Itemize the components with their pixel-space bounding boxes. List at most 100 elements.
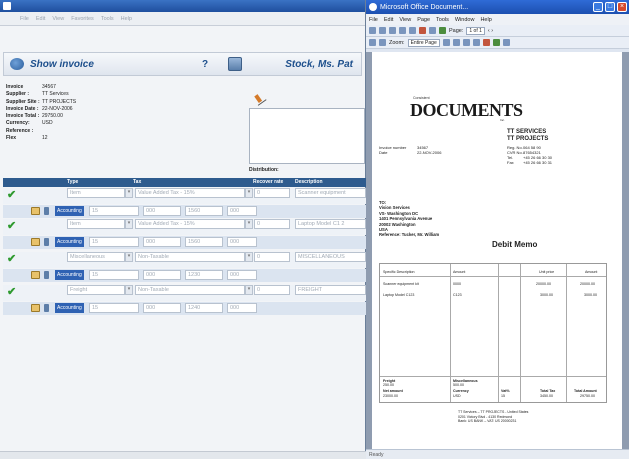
menu-view[interactable]: View	[399, 17, 411, 23]
info-icon[interactable]	[44, 207, 49, 215]
line-tax-field[interactable]: Non-Taxable	[135, 252, 245, 262]
account-field[interactable]: Accounting	[55, 237, 84, 247]
notes-area[interactable]	[249, 108, 365, 164]
menu-help[interactable]: Help	[121, 16, 132, 22]
menu-favorites[interactable]: Favorites	[71, 16, 94, 22]
line-rate-field[interactable]: 0	[254, 285, 290, 295]
find-icon[interactable]	[419, 27, 426, 34]
select-icon[interactable]	[369, 39, 376, 46]
line-tax-field[interactable]: Non-Taxable	[135, 285, 245, 295]
dist-field-3[interactable]: 1560	[185, 206, 223, 216]
open-icon[interactable]	[379, 27, 386, 34]
send-icon[interactable]	[439, 27, 446, 34]
info-label: Invoice Date :	[6, 105, 39, 112]
chevron-down-icon[interactable]: ▾	[125, 252, 133, 262]
dist-field-3[interactable]: 1230	[185, 270, 223, 280]
zoom-dropdown[interactable]: Entire Page	[407, 38, 440, 47]
menu-page[interactable]: Page	[417, 17, 430, 23]
line-description-field[interactable]: FREIGHT	[295, 285, 366, 295]
rotate-right-icon[interactable]	[472, 39, 480, 46]
line-rate-field[interactable]: 0	[254, 252, 290, 262]
menu-help[interactable]: Help	[480, 17, 491, 23]
dist-field-3[interactable]: 1240	[185, 303, 223, 313]
chevron-down-icon[interactable]: ▾	[125, 285, 133, 295]
chevron-down-icon[interactable]: ▾	[245, 252, 253, 262]
line-type-field[interactable]: Item	[67, 219, 125, 229]
pen-icon[interactable]	[482, 39, 490, 46]
info-icon[interactable]	[44, 238, 49, 246]
account-field[interactable]: Accounting	[55, 303, 84, 313]
chevron-down-icon[interactable]: ▾	[245, 285, 253, 295]
dist-field-4[interactable]: 000	[227, 303, 257, 313]
edit-icon[interactable]	[31, 271, 40, 279]
document-icon[interactable]	[228, 57, 242, 71]
menu-edit[interactable]: Edit	[384, 17, 393, 23]
dist-field-2[interactable]: 000	[143, 206, 181, 216]
pen-icon[interactable]	[251, 90, 267, 106]
dist-field-1[interactable]: 15	[89, 237, 139, 247]
edit-icon[interactable]	[31, 304, 40, 312]
dist-field-4[interactable]: 000	[227, 237, 257, 247]
menu-window[interactable]: Window	[455, 17, 475, 23]
chevron-down-icon[interactable]: ▾	[125, 188, 133, 198]
edit-icon[interactable]	[31, 207, 40, 215]
dist-field-4[interactable]: 000	[227, 270, 257, 280]
dist-field-3[interactable]: 1560	[185, 237, 223, 247]
dist-field-1[interactable]: 15	[89, 206, 139, 216]
line-type-field[interactable]: Item	[67, 188, 125, 198]
page-number-field[interactable]: 1 of 1	[466, 26, 485, 35]
distribution-row: Accounting 15 000 1560 000	[3, 236, 366, 249]
close-button[interactable]: ×	[617, 2, 627, 12]
line-type-field[interactable]: Freight	[67, 285, 125, 295]
menu-tools[interactable]: Tools	[101, 16, 114, 22]
col-description: Description	[295, 179, 323, 185]
redo-icon[interactable]	[409, 27, 416, 34]
dist-field-4[interactable]: 000	[227, 206, 257, 216]
chevron-down-icon[interactable]: ▾	[245, 219, 253, 229]
layout-icon[interactable]	[502, 39, 510, 46]
undo-icon[interactable]	[399, 27, 406, 34]
line-tax-field[interactable]: Value Added Tax - 15%	[135, 219, 245, 229]
dist-field-2[interactable]: 000	[143, 303, 181, 313]
line-description-field[interactable]: Scanner equipment	[295, 188, 366, 198]
rotate-left-icon[interactable]	[462, 39, 470, 46]
edit-icon[interactable]	[31, 238, 40, 246]
info-icon[interactable]	[44, 271, 49, 279]
minimize-button[interactable]: _	[593, 2, 603, 12]
dist-field-1[interactable]: 15	[89, 303, 139, 313]
menu-tools[interactable]: Tools	[436, 17, 449, 23]
menu-file[interactable]: File	[369, 17, 378, 23]
menu-file[interactable]: File	[20, 16, 29, 22]
line-type-field[interactable]: Miscellaneous	[67, 252, 125, 262]
documents-logo: DOCUMENTS	[410, 100, 523, 120]
chevron-down-icon[interactable]: ▾	[125, 219, 133, 229]
dist-field-1[interactable]: 15	[89, 270, 139, 280]
info-icon[interactable]	[44, 304, 49, 312]
highlighter-icon[interactable]	[492, 39, 500, 46]
chevron-down-icon[interactable]: ▾	[245, 188, 253, 198]
print-icon[interactable]	[389, 27, 396, 34]
row-unit-price: 20000.00	[536, 282, 551, 286]
save-icon[interactable]	[369, 27, 376, 34]
menu-view[interactable]: View	[52, 16, 64, 22]
zoom-in-icon[interactable]	[442, 39, 450, 46]
line-rate-field[interactable]: 0	[254, 219, 290, 229]
account-field[interactable]: Accounting	[55, 270, 84, 280]
document-viewer-window: Microsoft Office Document... _ □ × File …	[366, 0, 629, 459]
maximize-button[interactable]: □	[605, 2, 615, 12]
zoom-label: Zoom:	[389, 39, 405, 46]
line-description-field[interactable]: MISCELLANEOUS	[295, 252, 366, 262]
account-field[interactable]: Accounting	[55, 206, 84, 216]
binoculars-icon[interactable]	[429, 27, 436, 34]
line-tax-field[interactable]: Value Added Tax - 15%	[135, 188, 245, 198]
line-rate-field[interactable]: 0	[254, 188, 290, 198]
viewer-menu-bar: File Edit View Page Tools Window Help	[366, 14, 629, 25]
dist-field-2[interactable]: 000	[143, 270, 181, 280]
zoom-out-icon[interactable]	[452, 39, 460, 46]
menu-edit[interactable]: Edit	[36, 16, 45, 22]
help-button[interactable]: ?	[202, 59, 208, 70]
prev-next-icon[interactable]: ‹ ›	[488, 28, 493, 34]
line-description-field[interactable]: Laptop Model C1 2	[295, 219, 366, 229]
hand-icon[interactable]	[379, 39, 386, 46]
dist-field-2[interactable]: 000	[143, 237, 181, 247]
